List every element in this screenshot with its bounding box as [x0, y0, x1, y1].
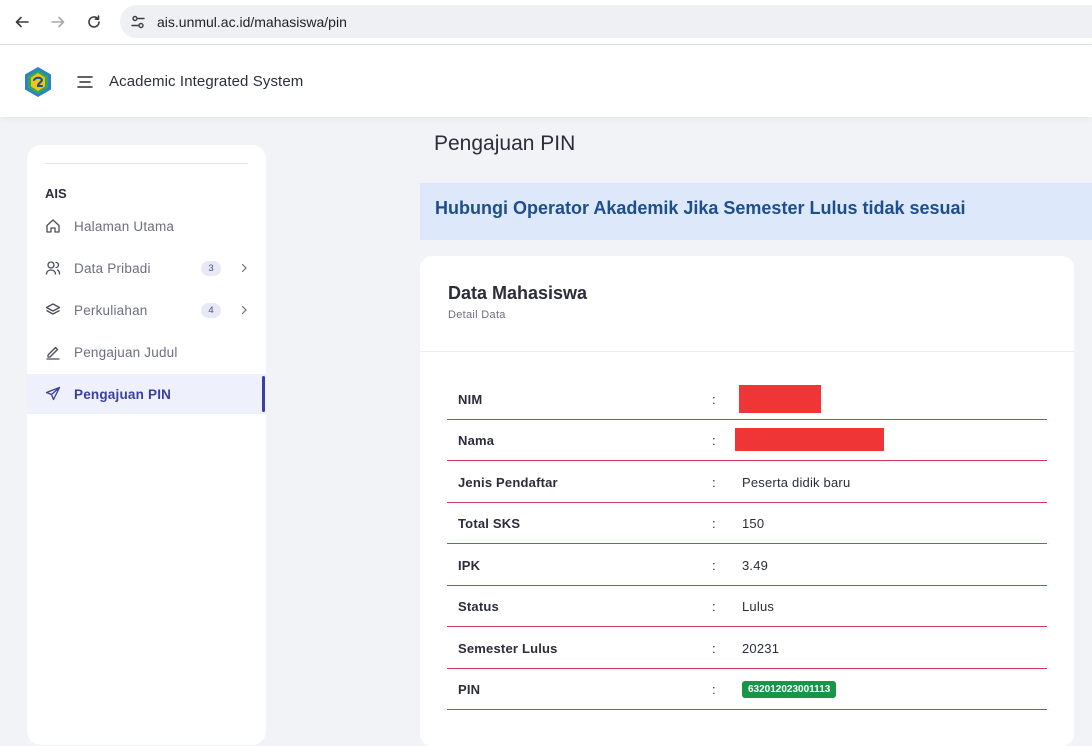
unmul-logo-icon [25, 67, 51, 97]
row-value: Peserta didik baru [742, 475, 851, 490]
pin-badge: 632012023001113 [742, 681, 837, 698]
sidebar-divider [45, 163, 248, 164]
row-separator: : [712, 682, 716, 697]
home-icon [45, 218, 61, 234]
detail-row-semester-lulus: Semester Lulus : 20231 [447, 628, 1047, 669]
app-title: Academic Integrated System [109, 73, 304, 90]
sidebar-item-label: Pengajuan Judul [74, 344, 178, 360]
sidebar: AIS Halaman Utama Data Pribadi 3 Perkuli… [27, 145, 266, 745]
chevron-right-icon [241, 305, 247, 315]
row-label: Nama [458, 433, 495, 448]
url-text[interactable]: ais.unmul.ac.id/mahasiswa/pin [157, 14, 347, 30]
row-separator: : [712, 392, 716, 407]
data-mahasiswa-card: Data Mahasiswa Detail Data NIM : Nama : … [420, 256, 1074, 746]
alert-text: Hubungi Operator Akademik Jika Semester … [435, 198, 966, 218]
row-separator: : [712, 433, 716, 448]
row-separator: : [712, 558, 716, 573]
back-icon[interactable] [11, 11, 33, 33]
row-value: 20231 [742, 641, 780, 656]
sidebar-item-pengajuan-pin[interactable]: Pengajuan PIN [27, 374, 266, 414]
info-alert: Hubungi Operator Akademik Jika Semester … [420, 183, 1092, 240]
card-title: Data Mahasiswa [448, 283, 588, 303]
row-separator: : [712, 475, 716, 490]
row-value: 3.49 [742, 558, 769, 573]
reload-icon[interactable] [83, 11, 105, 33]
row-label: Jenis Pendaftar [458, 475, 558, 490]
detail-row-ipk: IPK : 3.49 [447, 545, 1047, 586]
count-badge: 3 [201, 260, 221, 276]
sidebar-item-halaman-utama[interactable]: Halaman Utama [27, 206, 266, 246]
row-label: IPK [458, 558, 481, 573]
page-title: Pengajuan PIN [434, 132, 576, 155]
browser-toolbar: ais.unmul.ac.id/mahasiswa/pin [0, 0, 1092, 45]
detail-row-jenis-pendaftar: Jenis Pendaftar : Peserta didik baru [447, 462, 1047, 503]
user-icon [45, 260, 61, 276]
row-separator: : [712, 516, 716, 531]
row-label: Semester Lulus [458, 641, 558, 656]
sidebar-item-pengajuan-judul[interactable]: Pengajuan Judul [27, 332, 266, 372]
sidebar-item-perkuliahan[interactable]: Perkuliahan 4 [27, 290, 266, 330]
redacted-value [739, 385, 821, 413]
row-value: Lulus [742, 599, 775, 614]
card-divider [420, 351, 1074, 352]
row-label: Total SKS [458, 516, 521, 531]
sidebar-item-label: Halaman Utama [74, 218, 175, 234]
detail-row-nama: Nama : [447, 420, 1047, 461]
row-separator: : [712, 641, 716, 656]
hamburger-menu-icon[interactable] [77, 75, 93, 89]
forward-icon[interactable] [47, 11, 69, 33]
sidebar-item-label: Perkuliahan [74, 302, 148, 318]
layers-icon [45, 302, 61, 318]
send-icon [45, 386, 61, 402]
row-label: Status [458, 599, 499, 614]
pencil-icon [45, 344, 61, 360]
sidebar-item-label: Pengajuan PIN [74, 386, 172, 402]
detail-row-nim: NIM : [447, 379, 1047, 420]
chevron-right-icon [241, 263, 247, 273]
row-label: NIM [458, 392, 483, 407]
row-label: PIN [458, 682, 481, 697]
detail-row-total-sks: Total SKS : 150 [447, 503, 1047, 544]
detail-row-pin: PIN : 632012023001113 [447, 669, 1047, 710]
active-indicator [262, 376, 265, 412]
card-subtitle: Detail Data [448, 309, 506, 321]
row-value: 150 [742, 516, 765, 531]
sidebar-item-label: Data Pribadi [74, 260, 151, 276]
redacted-value [735, 428, 884, 451]
count-badge: 4 [201, 302, 221, 318]
row-separator: : [712, 599, 716, 614]
sidebar-section-title: AIS [45, 186, 67, 201]
sidebar-item-data-pribadi[interactable]: Data Pribadi 3 [27, 248, 266, 288]
detail-row-status: Status : Lulus [447, 586, 1047, 627]
site-settings-icon[interactable] [130, 14, 146, 30]
